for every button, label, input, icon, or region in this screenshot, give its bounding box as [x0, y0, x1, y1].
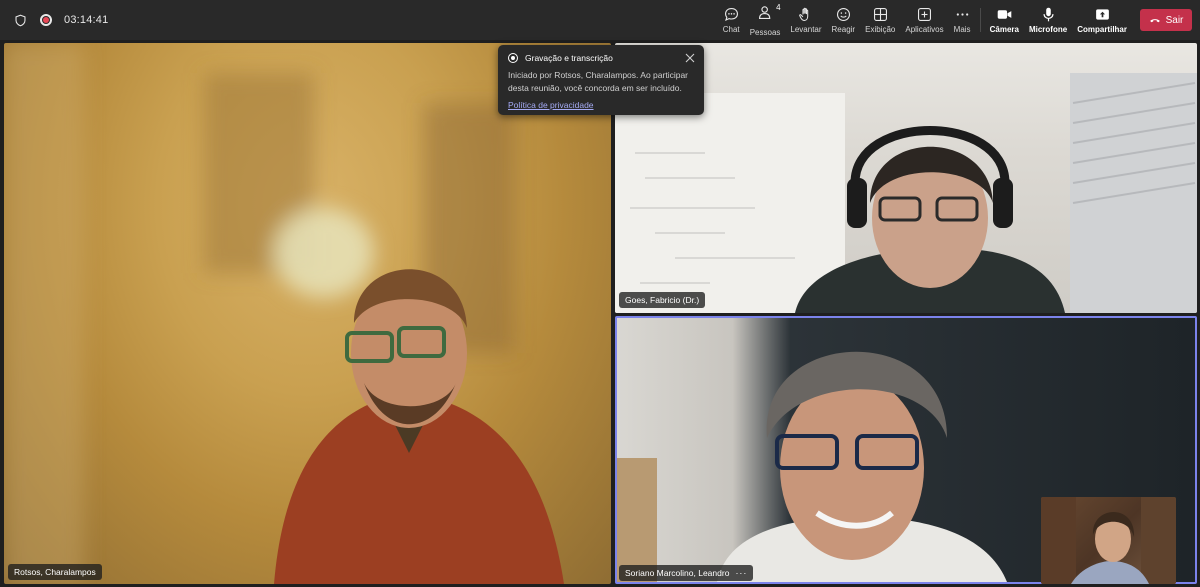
apps-button[interactable]: Aplicativos	[900, 0, 948, 40]
camera-icon	[997, 10, 1012, 19]
microphone-icon	[1043, 7, 1054, 22]
camera-button[interactable]: Câmera	[985, 0, 1024, 40]
people-button[interactable]: 4 Pessoas	[745, 0, 786, 40]
react-label: Reagir	[831, 25, 856, 34]
recording-indicator-icon	[508, 53, 518, 63]
raise-hand-button[interactable]: Levantar	[785, 0, 826, 40]
meeting-timer: 03:14:41	[64, 14, 109, 26]
self-video	[1041, 497, 1176, 584]
microphone-button[interactable]: Microfone	[1024, 0, 1072, 40]
more-icon	[956, 13, 968, 16]
recording-notification: Gravação e transcrição Iniciado por Rots…	[498, 45, 704, 115]
video-tile-main[interactable]	[4, 43, 611, 584]
chat-button[interactable]: Chat	[718, 0, 745, 40]
view-label: Exibição	[865, 25, 896, 34]
react-button[interactable]: Reagir	[827, 0, 861, 40]
chat-icon	[724, 7, 738, 22]
mic-label: Microfone	[1028, 25, 1068, 34]
privacy-policy-link[interactable]: Política de privacidade	[508, 99, 594, 112]
more-button[interactable]: Mais	[949, 0, 976, 40]
toolbar-actions: Chat 4 Pessoas Levantar Reagir Exibição	[718, 0, 1192, 40]
apps-label: Aplicativos	[905, 25, 944, 34]
camera-label: Câmera	[989, 25, 1019, 34]
teams-meeting-window: 03:14:41 Chat 4 Pessoas Levantar Reagir	[0, 0, 1200, 587]
people-count: 4	[776, 2, 781, 12]
notification-body: Iniciado por Rotsos, Charalampos. Ao par…	[508, 70, 689, 93]
meeting-toolbar: 03:14:41 Chat 4 Pessoas Levantar Reagir	[0, 0, 1200, 40]
close-icon[interactable]	[685, 53, 695, 63]
hang-up-icon	[1149, 19, 1160, 23]
people-icon	[758, 5, 770, 19]
leave-label: Sair	[1165, 14, 1184, 26]
share-button[interactable]: Compartilhar	[1072, 0, 1132, 40]
meeting-status: 03:14:41	[0, 12, 108, 28]
more-label: Mais	[953, 25, 971, 34]
leave-button[interactable]: Sair	[1140, 9, 1192, 31]
participant-name-top-right: Goes, Fabricio (Dr.)	[619, 292, 706, 308]
smile-icon	[836, 7, 850, 22]
shield-icon[interactable]	[12, 12, 28, 28]
self-view-video[interactable]	[1041, 497, 1176, 584]
participant-more-options-icon[interactable]: ···	[735, 568, 747, 578]
participant-name-text: Soriano Marcolino, Leandro	[625, 568, 730, 578]
view-button[interactable]: Exibição	[860, 0, 900, 40]
people-label: Pessoas	[749, 27, 781, 37]
add-app-icon	[917, 7, 931, 22]
hand-icon	[799, 7, 809, 21]
raise-label: Levantar	[790, 25, 822, 34]
people-icon-wrap: 4	[757, 3, 781, 26]
chat-label: Chat	[722, 25, 740, 34]
participant-video-main	[4, 43, 564, 584]
notification-title: Gravação e transcrição	[525, 53, 613, 63]
participant-name-main: Rotsos, Charalampos	[8, 564, 102, 580]
participant-name-bottom-right: Soriano Marcolino, Leandro ···	[619, 565, 754, 581]
toolbar-divider	[979, 8, 981, 32]
notification-header: Gravação e transcrição	[508, 53, 694, 63]
share-label: Compartilhar	[1077, 25, 1127, 34]
grid-view-icon	[873, 7, 887, 22]
share-screen-icon	[1095, 9, 1109, 20]
recording-icon[interactable]	[38, 12, 54, 28]
